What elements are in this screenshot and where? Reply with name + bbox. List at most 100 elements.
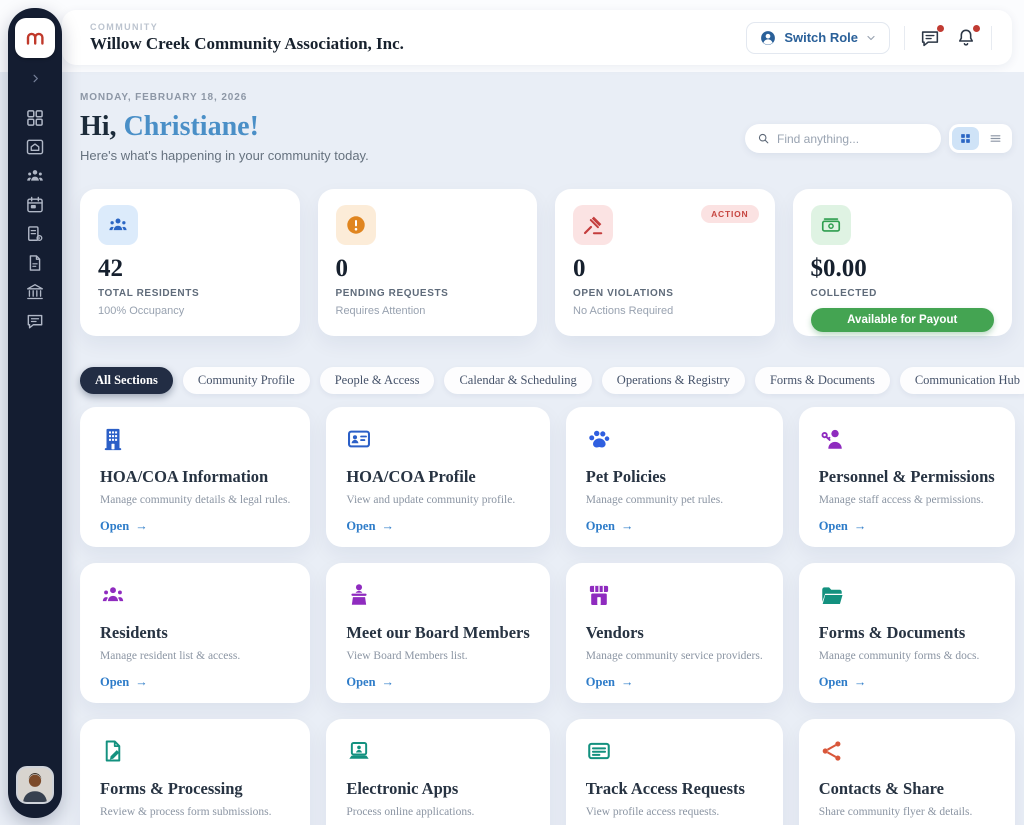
card-description: View Board Members list.	[346, 650, 529, 662]
card-personnel-permissions[interactable]: Personnel & Permissions Manage staff acc…	[799, 407, 1015, 547]
arrow-right-icon: →	[382, 519, 395, 534]
sidebar-item-people[interactable]	[18, 166, 52, 186]
stat-value: 0	[336, 255, 520, 283]
card-pet-policies[interactable]: Pet Policies Manage community pet rules.…	[566, 407, 783, 547]
open-link[interactable]: Open →	[819, 519, 995, 534]
card-track-access-requests[interactable]: Track Access Requests View profile acces…	[566, 719, 783, 825]
stats-row: 42 TOTAL RESIDENTS 100% Occupancy 0 PEND…	[80, 189, 1012, 336]
card-title: Forms & Documents	[819, 623, 995, 643]
open-label: Open	[819, 675, 848, 690]
app-logo[interactable]	[15, 18, 55, 58]
stat-label: TOTAL RESIDENTS	[98, 288, 282, 299]
podium-icon	[346, 582, 529, 608]
sidebar	[8, 8, 62, 818]
stat-sub: No Actions Required	[573, 305, 757, 317]
card-forms-documents[interactable]: Forms & Documents Manage community forms…	[799, 563, 1015, 703]
tab-people-access[interactable]: People & Access	[320, 367, 435, 394]
sidebar-item-financials[interactable]	[18, 282, 52, 302]
card-description: Manage resident list & access.	[100, 650, 290, 662]
tab-operations-registry[interactable]: Operations & Registry	[602, 367, 745, 394]
card-hoa-coa-profile[interactable]: HOA/COA Profile View and update communit…	[326, 407, 549, 547]
card-title: HOA/COA Profile	[346, 467, 529, 487]
card-title: Forms & Processing	[100, 779, 290, 799]
card-description: Manage community pet rules.	[586, 494, 763, 506]
sidebar-item-calendar[interactable]	[18, 195, 52, 215]
people-icon	[25, 166, 45, 186]
card-description: Review & process form submissions.	[100, 806, 290, 818]
greeting-hi: Hi,	[80, 111, 117, 142]
stat-card-open-violations[interactable]: ACTION 0 OPEN VIOLATIONS No Actions Requ…	[555, 189, 775, 336]
open-link[interactable]: Open →	[100, 675, 290, 690]
card-vendors[interactable]: Vendors Manage community service provide…	[566, 563, 783, 703]
arrow-right-icon: →	[854, 675, 867, 690]
sidebar-item-property[interactable]	[18, 137, 52, 157]
community-eyebrow: COMMUNITY	[90, 22, 404, 32]
card-contacts-share[interactable]: Contacts & Share Share community flyer &…	[799, 719, 1015, 825]
switch-role-button[interactable]: Switch Role	[746, 22, 890, 54]
chat-button[interactable]	[919, 27, 941, 49]
document-icon	[25, 253, 45, 273]
available-for-payout-button[interactable]: Available for Payout	[811, 308, 995, 332]
grid-view-icon	[959, 132, 972, 145]
search-input[interactable]	[777, 132, 929, 146]
open-link[interactable]: Open →	[346, 675, 529, 690]
divider	[991, 26, 992, 50]
property-icon	[25, 137, 45, 157]
card-title: Residents	[100, 623, 290, 643]
stat-card-total-residents[interactable]: 42 TOTAL RESIDENTS 100% Occupancy	[80, 189, 300, 336]
card-title: Pet Policies	[586, 467, 763, 487]
open-label: Open	[819, 519, 848, 534]
search-row	[745, 124, 1012, 153]
card-electronic-apps[interactable]: Electronic Apps Process online applicati…	[326, 719, 549, 825]
laptop-user-icon	[346, 738, 529, 764]
list-card-icon	[586, 738, 763, 764]
sidebar-expand-button[interactable]	[27, 70, 43, 86]
grid-view-button[interactable]	[952, 127, 979, 150]
open-link[interactable]: Open →	[100, 519, 290, 534]
tab-community-profile[interactable]: Community Profile	[183, 367, 310, 394]
user-circle-icon	[759, 29, 777, 47]
tab-communication-hub[interactable]: Communication Hub	[900, 367, 1024, 394]
card-title: Track Access Requests	[586, 779, 763, 799]
people-group-icon	[100, 582, 290, 608]
tab-all-sections[interactable]: All Sections	[80, 367, 173, 394]
stat-card-pending-requests[interactable]: 0 PENDING REQUESTS Requires Attention	[318, 189, 538, 336]
sidebar-item-registry[interactable]	[18, 224, 52, 244]
open-label: Open	[100, 675, 129, 690]
open-link[interactable]: Open →	[586, 519, 763, 534]
list-view-button[interactable]	[982, 127, 1009, 150]
tab-calendar-scheduling[interactable]: Calendar & Scheduling	[444, 367, 591, 394]
card-hoa-coa-information[interactable]: HOA/COA Information Manage community det…	[80, 407, 310, 547]
stat-card-collected[interactable]: $0.00 COLLECTED Available for Payout	[793, 189, 1013, 336]
doc-edit-icon	[100, 738, 290, 764]
open-link[interactable]: Open →	[819, 675, 995, 690]
header-titles: COMMUNITY Willow Creek Community Associa…	[90, 22, 404, 54]
calendar-icon	[25, 195, 45, 215]
open-link[interactable]: Open →	[346, 519, 529, 534]
card-description: Manage staff access & permissions.	[819, 494, 995, 506]
tab-forms-documents[interactable]: Forms & Documents	[755, 367, 890, 394]
notifications-button[interactable]	[955, 27, 977, 49]
section-tabs: All Sections Community Profile People & …	[80, 367, 1012, 394]
person-key-icon	[819, 426, 995, 452]
arrow-right-icon: →	[382, 675, 395, 690]
sidebar-item-messages[interactable]	[18, 311, 52, 331]
chevron-right-icon	[30, 73, 41, 84]
card-title: Meet our Board Members	[346, 623, 529, 643]
gavel-icon	[573, 205, 613, 245]
open-link[interactable]: Open →	[586, 675, 763, 690]
chevron-down-icon	[865, 32, 877, 44]
card-forms-processing[interactable]: Forms & Processing Review & process form…	[80, 719, 310, 825]
main-content: MONDAY, FEBRUARY 18, 2026 Hi, Christiane…	[80, 72, 1012, 825]
arrow-right-icon: →	[621, 519, 634, 534]
stat-sub: Requires Attention	[336, 305, 520, 317]
card-board-members[interactable]: Meet our Board Members View Board Member…	[326, 563, 549, 703]
card-description: Share community flyer & details.	[819, 806, 995, 818]
sidebar-item-documents[interactable]	[18, 253, 52, 273]
user-avatar[interactable]	[16, 766, 54, 804]
folder-open-icon	[819, 582, 995, 608]
sidebar-item-dashboard[interactable]	[18, 108, 52, 128]
header: COMMUNITY Willow Creek Community Associa…	[62, 10, 1012, 65]
arrow-right-icon: →	[135, 519, 148, 534]
card-residents[interactable]: Residents Manage resident list & access.…	[80, 563, 310, 703]
